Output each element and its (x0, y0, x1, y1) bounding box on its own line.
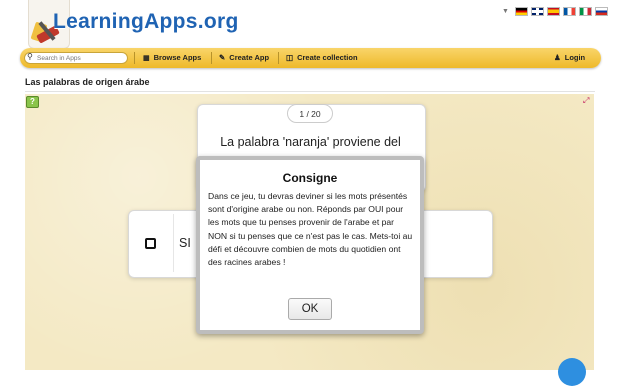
answer-label: SI (179, 236, 191, 250)
nav-divider (278, 52, 279, 64)
site-logo[interactable]: LearningApps.org (53, 10, 239, 34)
grid-icon: ▦ (143, 54, 150, 62)
login-label: Login (564, 53, 586, 62)
russian-flag-icon[interactable] (594, 6, 608, 16)
login-link[interactable]: ♟ Login (554, 53, 585, 62)
french-flag-icon[interactable] (562, 6, 576, 16)
german-flag-icon[interactable] (514, 6, 528, 16)
dialog-title: Consigne (282, 171, 338, 185)
divider (25, 91, 595, 92)
browse-apps-label: Browse Apps (153, 53, 202, 62)
pencil-icon: ✎ (219, 53, 226, 62)
page-title: Las palabras de origen árabe (25, 77, 150, 87)
help-icon[interactable]: ? (26, 96, 39, 108)
create-collection-link[interactable]: ◫ Create collection (286, 53, 358, 62)
create-app-link[interactable]: ✎ Create App (219, 53, 269, 62)
user-icon: ♟ (554, 53, 561, 62)
dialog-body: Dans ce jeu, tu devras deviner si les mo… (208, 191, 413, 268)
uk-flag-icon[interactable] (530, 6, 544, 16)
question-text: La palabra 'naranja' proviene del (220, 135, 401, 149)
chevron-down-icon[interactable]: ▼ (502, 8, 509, 15)
create-app-label: Create App (229, 53, 270, 62)
answer-checkbox[interactable] (145, 238, 156, 249)
nav-divider (134, 52, 135, 64)
nav-divider (211, 52, 212, 64)
language-flags[interactable]: ▼ (502, 6, 608, 16)
italian-flag-icon[interactable] (578, 6, 592, 16)
fullscreen-icon[interactable]: ⤢ (583, 96, 589, 106)
ok-button[interactable]: OK (288, 298, 332, 320)
collection-icon: ◫ (286, 53, 294, 62)
search-input[interactable] (24, 52, 128, 64)
search-icon: ⚲ (27, 52, 33, 61)
question-counter: 1 / 20 (287, 104, 333, 123)
spanish-flag-icon[interactable] (546, 6, 560, 16)
floating-action-button[interactable] (558, 358, 586, 386)
answer-divider (173, 214, 174, 272)
browse-apps-link[interactable]: ▦ Browse Apps (143, 53, 201, 62)
create-collection-label: Create collection (297, 53, 358, 62)
